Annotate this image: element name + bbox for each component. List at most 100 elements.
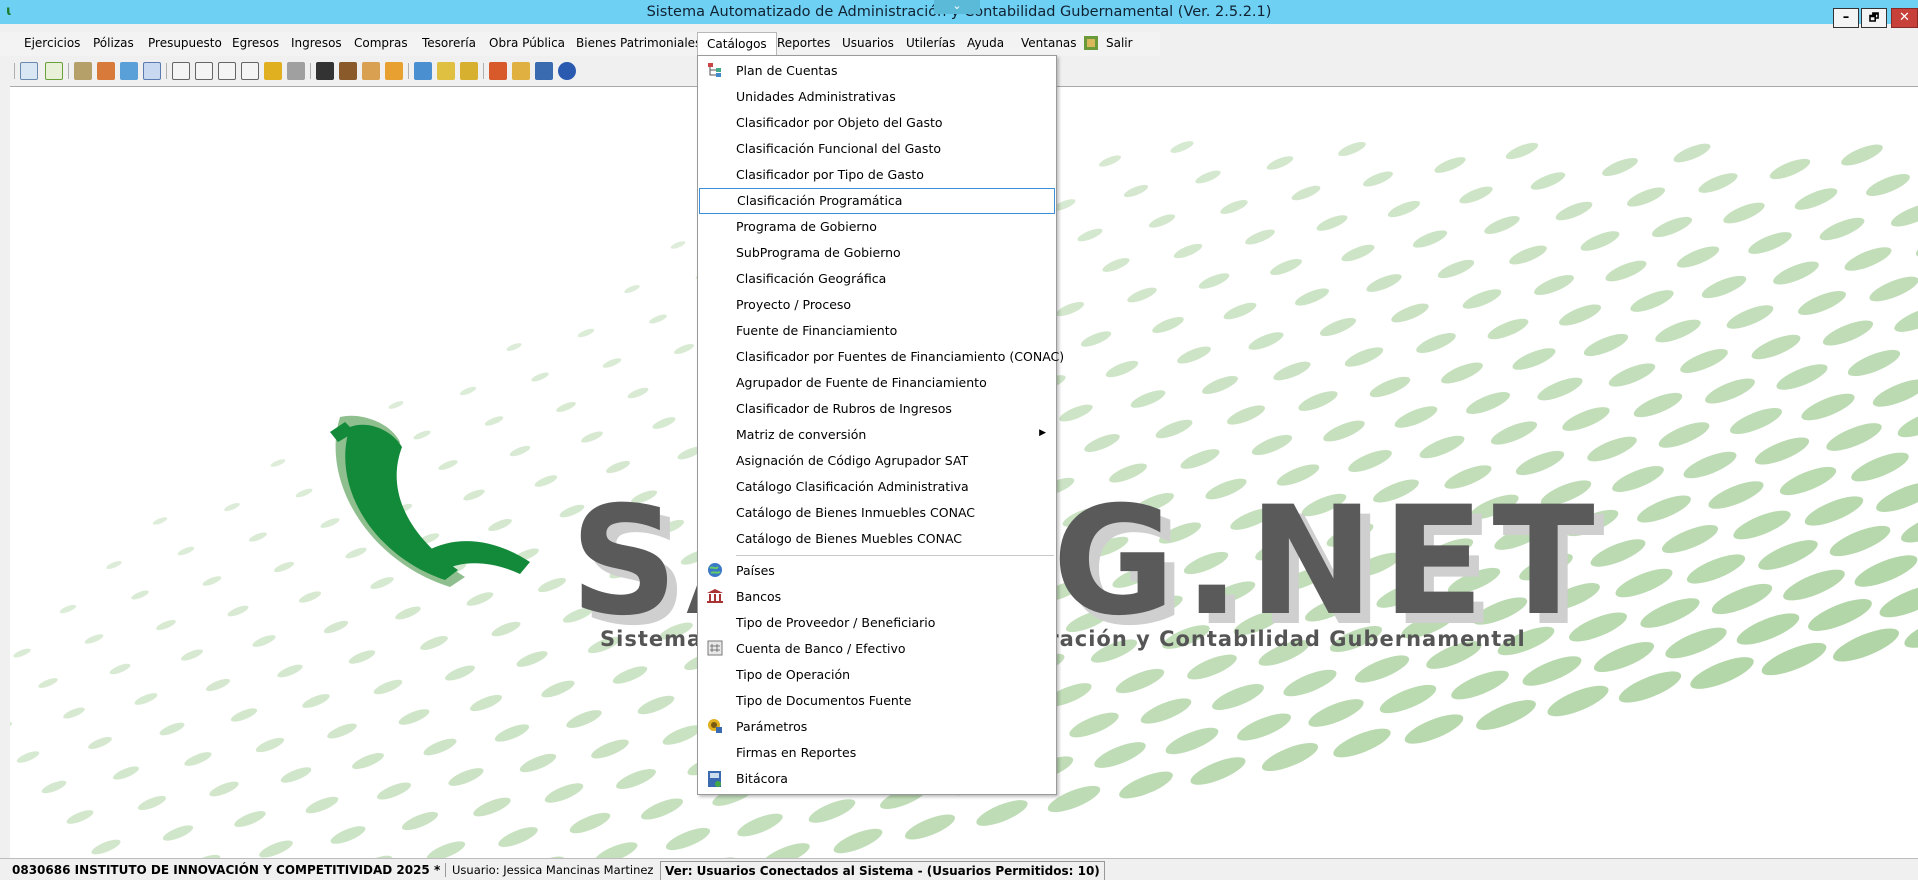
menu-salir[interactable]: Salir (1106, 36, 1133, 50)
menu-item-codigo-agrupador-sat[interactable]: Asignación de Código Agrupador SAT (698, 448, 1056, 474)
connected-users-label[interactable]: Ver: Usuarios Conectados al Sistema - (U… (660, 861, 1105, 880)
menu-presupuesto[interactable]: Presupuesto (148, 36, 222, 50)
menu-item-tipo-operacion[interactable]: Tipo de Operación (698, 662, 1056, 688)
exit-icon[interactable] (1083, 34, 1103, 55)
minimize-button[interactable]: – (1833, 8, 1859, 28)
p-doc-icon[interactable] (241, 62, 259, 80)
restore-button[interactable]: 🗗 (1861, 8, 1887, 28)
menu-ingresos[interactable]: Ingresos (291, 36, 342, 50)
package-icon[interactable] (385, 62, 403, 80)
print-icon[interactable] (74, 62, 92, 80)
d-doc-icon[interactable] (195, 62, 213, 80)
pattern-dot (1105, 360, 1139, 378)
menu-ayuda[interactable]: Ayuda (967, 36, 1004, 50)
document-icon[interactable] (45, 62, 63, 80)
pattern-dot (205, 678, 231, 692)
menu-item-clasificacion-funcional[interactable]: Clasificación Funcional del Gasto (698, 136, 1056, 162)
pattern-dot (904, 814, 956, 840)
menu-item-tipo-documentos[interactable]: Tipo de Documentos Fuente (698, 688, 1056, 714)
menu-item-catalogo-clasificacion-admin[interactable]: Catálogo Clasificación Administrativa (698, 474, 1056, 500)
menu-ejercicios[interactable]: Ejercicios (24, 36, 80, 50)
menu-item-label: Clasificación Geográfica (736, 271, 887, 286)
menu-item-firmas-reportes[interactable]: Firmas en Reportes (698, 740, 1056, 766)
pattern-dot (1897, 408, 1918, 438)
menu-item-clasificacion-programatica[interactable]: Clasificación Programática (699, 188, 1055, 214)
edit-icon[interactable] (339, 62, 357, 80)
menu-utilerias[interactable]: Utilerías (906, 36, 955, 50)
pattern-dot (1341, 244, 1375, 262)
e-doc-icon[interactable] (218, 62, 236, 80)
menu-compras[interactable]: Compras (354, 36, 408, 50)
pattern-dot (1676, 246, 1720, 268)
menu-item-bienes-inmuebles[interactable]: Catálogo de Bienes Inmuebles CONAC (698, 500, 1056, 526)
menu-item-unidades-administrativas[interactable]: Unidades Administrativas (698, 84, 1056, 110)
menu-catalogos[interactable]: Catálogos (697, 32, 777, 57)
pattern-dot (137, 795, 167, 811)
refresh-icon[interactable] (20, 62, 38, 80)
menu-item-matriz-conversion[interactable]: Matriz de conversión ▶ (698, 422, 1056, 448)
help-icon[interactable] (558, 62, 576, 80)
menu-bienes-patrimoniales[interactable]: Bienes Patrimoniales (576, 36, 701, 50)
menu-item-tipo-proveedor[interactable]: Tipo de Proveedor / Beneficiario (698, 610, 1056, 636)
pattern-dot (519, 753, 557, 773)
menu-reportes[interactable]: Reportes (777, 36, 830, 50)
menu-item-programa-gobierno[interactable]: Programa de Gobierno (698, 214, 1056, 240)
pattern-dot (59, 604, 77, 614)
menu-item-clasificador-rubros-ingresos[interactable]: Clasificador de Rubros de Ingresos (698, 396, 1056, 422)
tags-icon[interactable] (460, 62, 478, 80)
menu-polizas[interactable]: Pólizas (93, 36, 134, 50)
pattern-dot (302, 694, 330, 708)
pattern-dot (1505, 142, 1539, 160)
pattern-dot (737, 813, 783, 837)
grid-icon[interactable] (143, 62, 161, 80)
menu-item-clasificacion-geografica[interactable]: Clasificación Geográfica (698, 266, 1056, 292)
menu-item-fuente-financiamiento[interactable]: Fuente de Financiamiento (698, 318, 1056, 344)
approve-icon[interactable] (120, 62, 138, 80)
menu-item-bitacora[interactable]: Bitácora (698, 766, 1056, 792)
menu-item-label: Agrupador de Fuente de Financiamiento (736, 375, 987, 390)
close-button[interactable]: ✕ (1891, 8, 1918, 28)
c-doc-icon[interactable] (172, 62, 190, 80)
submenu-arrow-icon: ▶ (1039, 428, 1046, 438)
tree-icon (706, 62, 724, 80)
pattern-dot (1476, 700, 1536, 730)
menu-item-paises[interactable]: Países (698, 558, 1056, 584)
menu-item-bancos[interactable]: Bancos (698, 584, 1056, 610)
pattern-dot (1869, 276, 1918, 302)
menu-item-proyecto-proceso[interactable]: Proyecto / Proceso (698, 292, 1056, 318)
menu-item-parametros[interactable]: Parámetros (698, 714, 1056, 740)
menu-egresos[interactable]: Egresos (232, 36, 279, 50)
report-icon[interactable] (414, 62, 432, 80)
pattern-dot (1490, 421, 1538, 445)
pattern-dot (1901, 511, 1918, 543)
pattern-dot (473, 797, 511, 817)
tools-icon[interactable] (437, 62, 455, 80)
menu-item-subprograma-gobierno[interactable]: SubPrograma de Gobierno (698, 240, 1056, 266)
key-icon[interactable] (264, 62, 282, 80)
folder-icon[interactable] (362, 62, 380, 80)
menu-obra-publica[interactable]: Obra Pública (489, 36, 565, 50)
menu-item-clasificador-fuentes-conac[interactable]: Clasificador por Fuentes de Financiamien… (698, 344, 1064, 370)
pattern-dot (616, 768, 656, 790)
menu-ventanas[interactable]: Ventanas (1021, 36, 1077, 50)
clipboard-icon[interactable] (316, 62, 334, 80)
calculator-icon[interactable] (535, 62, 553, 80)
pattern-dot (230, 708, 258, 722)
search-icon[interactable] (512, 62, 530, 80)
pattern-dot (277, 664, 303, 678)
menu-item-clasificador-tipo-gasto[interactable]: Clasificador por Tipo de Gasto (698, 162, 1056, 188)
menu-item-clasificador-objeto-gasto[interactable]: Clasificador por Objeto del Gasto (698, 110, 1056, 136)
menu-item-cuenta-banco[interactable]: Cuenta de Banco / Efectivo (698, 636, 1056, 662)
menu-item-agrupador-fuente[interactable]: Agrupador de Fuente de Financiamiento (698, 370, 1056, 396)
menu-tesoreria[interactable]: Tesorería (422, 36, 476, 50)
chevron-down-icon[interactable]: ⌄ (934, 0, 980, 14)
printer-icon[interactable] (287, 62, 305, 80)
pattern-dot (577, 328, 595, 338)
menu-item-bienes-muebles[interactable]: Catálogo de Bienes Muebles CONAC (698, 526, 1056, 552)
pattern-dot (162, 825, 194, 841)
pattern-dot (445, 665, 475, 681)
menu-usuarios[interactable]: Usuarios (842, 36, 894, 50)
menu-item-plan-de-cuentas[interactable]: Plan de Cuentas (698, 58, 1056, 84)
export-icon[interactable] (97, 62, 115, 80)
tree-icon[interactable] (489, 62, 507, 80)
